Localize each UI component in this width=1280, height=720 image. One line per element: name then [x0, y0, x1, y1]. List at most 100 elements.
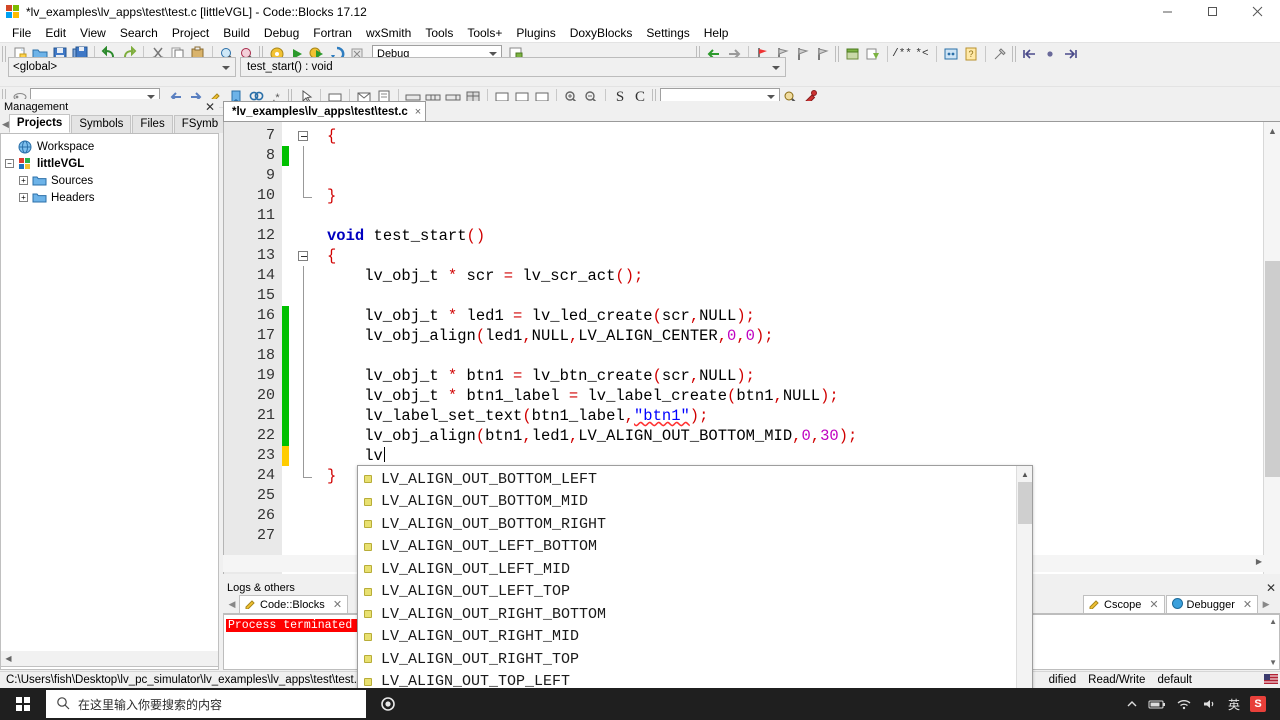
tree-expander[interactable]: + — [19, 176, 28, 185]
code-line[interactable]: lv_obj_t * btn1_label = lv_label_create(… — [327, 386, 1280, 406]
tree-expander[interactable]: − — [5, 159, 14, 168]
tree-item-project[interactable]: − littleVGL — [5, 155, 218, 172]
code-line[interactable]: lv_label_set_text(btn1_label,"btn1"); — [327, 406, 1280, 426]
line-number: 15 — [256, 287, 275, 304]
close-icon[interactable]: × — [415, 106, 421, 118]
scope-value: <global> — [13, 61, 58, 73]
close-icon[interactable]: ✕ — [205, 101, 215, 113]
menu-plugins[interactable]: Plugins — [509, 25, 562, 41]
code-line[interactable] — [327, 346, 1280, 366]
tree-item-sources[interactable]: + Sources — [5, 172, 218, 189]
menu-debug[interactable]: Debug — [257, 25, 306, 41]
code-line[interactable] — [327, 206, 1280, 226]
code-line[interactable]: lv_obj_t * led1 = lv_led_create(scr,NULL… — [327, 306, 1280, 326]
logs-scroll-down-icon[interactable]: ▼ — [1269, 658, 1277, 667]
menu-search[interactable]: Search — [113, 25, 165, 41]
editor-vscrollbar[interactable]: ▲ ▼ — [1263, 122, 1280, 574]
tree-item-headers[interactable]: + Headers — [5, 189, 218, 206]
change-marker — [282, 226, 289, 246]
tab-files[interactable]: Files — [132, 115, 173, 133]
autocomplete-item[interactable]: LV_ALIGN_OUT_LEFT_TOP — [358, 581, 1016, 604]
ime-indicator[interactable]: 英 — [1228, 696, 1240, 713]
logs-tab-codeblocks[interactable]: Code::Blocks ✕ — [239, 595, 349, 613]
menu-file[interactable]: File — [5, 25, 38, 41]
close-icon[interactable]: ✕ — [333, 598, 342, 611]
autocomplete-item[interactable]: LV_ALIGN_OUT_BOTTOM_MID — [358, 491, 1016, 514]
code-line[interactable] — [327, 286, 1280, 306]
menu-help[interactable]: Help — [697, 25, 736, 41]
code-line[interactable] — [327, 146, 1280, 166]
tray-expand-icon[interactable] — [1126, 698, 1138, 710]
code-line[interactable]: lv — [327, 446, 1280, 466]
close-icon[interactable]: ✕ — [1149, 598, 1158, 611]
battery-icon[interactable] — [1148, 698, 1166, 710]
menu-doxyblocks[interactable]: DoxyBlocks — [563, 25, 640, 41]
editor-tab-testc[interactable]: *lv_examples\lv_apps\test\test.c × — [223, 101, 427, 121]
tab-symbols[interactable]: Symbols — [71, 115, 132, 133]
scroll-right-icon[interactable]: ▶ — [1256, 557, 1262, 566]
menu-fortran[interactable]: Fortran — [306, 25, 359, 41]
menu-settings[interactable]: Settings — [639, 25, 696, 41]
code-line[interactable]: lv_obj_align(btn1,led1,LV_ALIGN_OUT_BOTT… — [327, 426, 1280, 446]
function-combo[interactable]: test_start() : void — [240, 57, 786, 77]
scrollbar-thumb[interactable] — [1018, 482, 1032, 524]
tab-scroll-right-icon[interactable]: ▶ — [1259, 599, 1273, 610]
autocomplete-item[interactable]: LV_ALIGN_OUT_RIGHT_MID — [358, 626, 1016, 649]
code-line[interactable] — [327, 166, 1280, 186]
scrollbar-thumb[interactable] — [1265, 261, 1280, 477]
menu-view[interactable]: View — [73, 25, 113, 41]
tab-fsymbols[interactable]: FSymb — [173, 115, 227, 133]
code-line[interactable]: void test_start() — [327, 226, 1280, 246]
close-button[interactable] — [1235, 0, 1280, 23]
menu-tools[interactable]: Tools — [418, 25, 460, 41]
menu-edit[interactable]: Edit — [38, 25, 73, 41]
menu-tools-plus[interactable]: Tools+ — [460, 25, 509, 41]
project-icon — [18, 157, 33, 171]
tab-projects[interactable]: Projects — [8, 114, 71, 133]
minimize-button[interactable] — [1145, 0, 1190, 23]
logs-tab-cscope[interactable]: Cscope ✕ — [1083, 595, 1165, 613]
wifi-icon[interactable] — [1176, 698, 1192, 710]
fold-toggle-icon[interactable] — [289, 246, 327, 266]
autocomplete-item[interactable]: LV_ALIGN_OUT_LEFT_BOTTOM — [358, 536, 1016, 559]
autocomplete-item[interactable]: LV_ALIGN_OUT_LEFT_MID — [358, 558, 1016, 581]
autocomplete-item[interactable]: LV_ALIGN_OUT_BOTTOM_RIGHT — [358, 513, 1016, 536]
start-button[interactable] — [0, 688, 46, 720]
fold-toggle-icon[interactable] — [289, 126, 327, 146]
chevron-down-icon — [767, 95, 775, 99]
volume-icon[interactable] — [1202, 698, 1218, 710]
autocomplete-popup[interactable]: LV_ALIGN_OUT_BOTTOM_LEFT LV_ALIGN_OUT_BOT… — [357, 465, 1033, 720]
cortana-button[interactable] — [366, 688, 410, 720]
code-line[interactable]: lv_obj_t * scr = lv_scr_act(); — [327, 266, 1280, 286]
logs-scroll-up-icon[interactable]: ▲ — [1269, 617, 1277, 626]
menu-wxsmith[interactable]: wxSmith — [359, 25, 418, 41]
taskbar-search-input[interactable]: 在这里输入你要搜索的内容 — [46, 690, 366, 718]
menu-build[interactable]: Build — [216, 25, 257, 41]
project-tree[interactable]: Workspace − littleVGL + Sources + Header… — [0, 134, 219, 670]
code-line[interactable]: { — [327, 246, 1280, 266]
scroll-up-icon[interactable]: ▲ — [1017, 466, 1032, 482]
autocomplete-item[interactable]: LV_ALIGN_OUT_RIGHT_BOTTOM — [358, 603, 1016, 626]
autocomplete-item[interactable]: LV_ALIGN_OUT_RIGHT_TOP — [358, 648, 1016, 671]
fold-gutter[interactable] — [289, 122, 327, 574]
tree-hscrollbar[interactable]: ◀ — [0, 651, 219, 667]
sogou-ime-icon[interactable]: S — [1250, 696, 1266, 712]
tab-scroll-left-icon[interactable]: ◀ — [2, 119, 9, 133]
scroll-up-icon[interactable]: ▲ — [1264, 122, 1280, 139]
code-line[interactable]: lv_obj_t * btn1 = lv_btn_create(scr,NULL… — [327, 366, 1280, 386]
tab-scroll-left-icon[interactable]: ◀ — [225, 599, 239, 610]
close-icon[interactable]: ✕ — [1243, 598, 1252, 611]
tree-item-workspace[interactable]: Workspace — [5, 138, 218, 155]
scroll-left-icon[interactable]: ◀ — [2, 652, 15, 665]
code-line[interactable]: lv_obj_align(led1,NULL,LV_ALIGN_CENTER,0… — [327, 326, 1280, 346]
menu-project[interactable]: Project — [165, 25, 216, 41]
logs-tab-debugger[interactable]: Debugger ✕ — [1165, 595, 1259, 613]
maximize-button[interactable] — [1190, 0, 1235, 23]
autocomplete-scrollbar[interactable]: ▲ ▼ — [1016, 466, 1032, 719]
code-line[interactable]: } — [327, 186, 1280, 206]
autocomplete-item[interactable]: LV_ALIGN_OUT_BOTTOM_LEFT — [358, 468, 1016, 491]
tree-expander[interactable]: + — [19, 193, 28, 202]
close-icon[interactable]: ✕ — [1266, 581, 1276, 595]
scope-combo[interactable]: <global> — [8, 57, 236, 77]
code-line[interactable]: { — [327, 126, 1280, 146]
